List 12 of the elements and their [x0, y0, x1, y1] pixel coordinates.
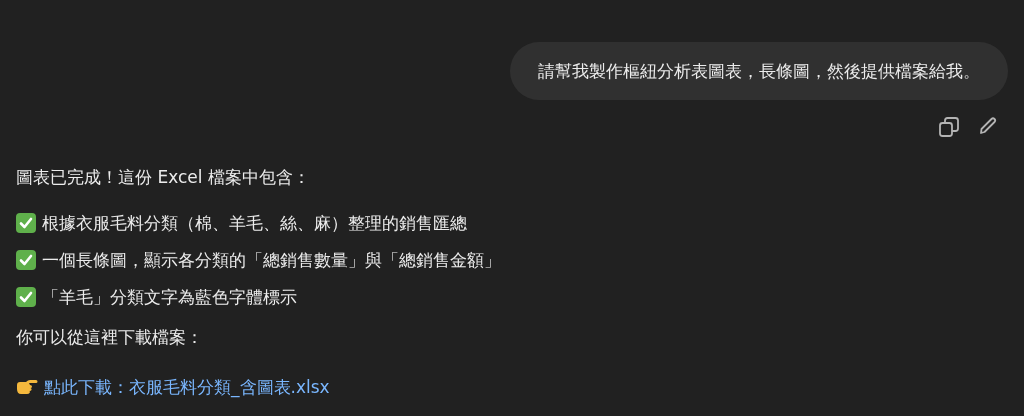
checklist-item: 一個長條圖，顯示各分類的「總銷售數量」與「總銷售金額」 [42, 248, 501, 272]
reply-text: 圖表已完成！這份 Excel 檔案中包含： [16, 166, 311, 189]
check-mark-icon [16, 213, 36, 233]
check-mark-icon [16, 287, 36, 307]
checklist-item: 根據衣服毛料分類（棉、羊毛、絲、麻）整理的銷售匯總 [42, 211, 467, 235]
download-link[interactable]: 點此下載：衣服毛料分類_含圖表.xlsx [44, 375, 330, 399]
pointing-hand-icon [16, 379, 38, 395]
copy-icon[interactable] [938, 116, 960, 138]
check-mark-icon [16, 250, 36, 270]
checklist-item: 「羊毛」分類文字為藍色字體標示 [42, 285, 297, 309]
user-message: 請幫我製作樞紐分析表圖表，長條圖，然後提供檔案給我。 [510, 42, 1008, 100]
reply-text: 你可以從這裡下載檔案： [16, 326, 204, 349]
